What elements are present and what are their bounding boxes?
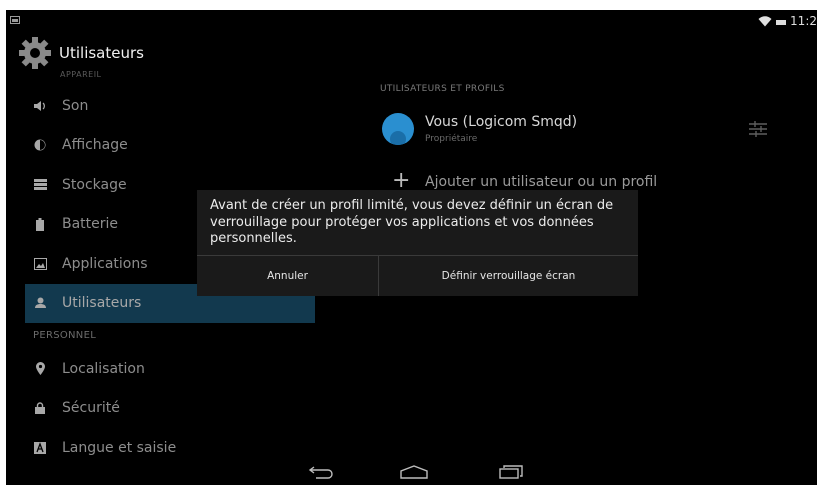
page-title: Utilisateurs	[59, 44, 144, 62]
personal-section-header: PERSONNEL	[33, 330, 97, 341]
sidebar-item-localisation[interactable]: Localisation	[25, 349, 315, 389]
keyboard-a-icon	[33, 441, 47, 455]
sidebar-item-label: Stockage	[62, 176, 127, 193]
sidebar-item-label: Applications	[62, 255, 148, 272]
recents-icon	[499, 465, 523, 479]
settings-sidebar-personal: Localisation Sécurité Langue et saisie	[25, 349, 315, 468]
storage-icon	[33, 178, 47, 192]
speaker-icon	[33, 99, 47, 113]
cancel-button[interactable]: Annuler	[197, 256, 378, 296]
lock-screen-dialog: Avant de créer un profil limité, vous de…	[197, 190, 638, 296]
owner-user-name[interactable]: Vous (Logicom Smqd)	[425, 114, 577, 130]
owner-user-role: Propriétaire	[425, 134, 478, 144]
sidebar-item-label: Affichage	[62, 137, 128, 154]
recents-button[interactable]	[493, 462, 529, 482]
device-section-header: APPAREIL	[60, 70, 102, 79]
dialog-message: Avant de créer un profil limité, vous de…	[210, 198, 614, 246]
applications-icon	[33, 257, 47, 271]
sidebar-item-securite[interactable]: Sécurité	[25, 389, 315, 429]
settings-gear-icon[interactable]	[18, 36, 52, 70]
android-screen: 11:2 Utilisateurs APPAREIL Son Affichage…	[6, 10, 817, 485]
location-pin-icon	[33, 362, 47, 376]
section-title: UTILISATEURS ET PROFILS	[380, 84, 505, 94]
lock-icon	[33, 401, 47, 415]
battery-icon	[33, 217, 47, 231]
sidebar-item-son[interactable]: Son	[25, 86, 315, 126]
sidebar-item-label: Batterie	[62, 216, 119, 233]
display-brightness-icon	[33, 138, 47, 152]
set-lock-screen-button[interactable]: Définir verrouillage écran	[379, 256, 638, 296]
user-icon	[33, 296, 47, 310]
home-button[interactable]	[396, 462, 432, 482]
avatar[interactable]	[382, 113, 414, 145]
plus-icon: +	[392, 168, 411, 193]
home-icon	[400, 465, 428, 479]
navigation-bar	[6, 458, 817, 485]
sidebar-item-label: Langue et saisie	[62, 439, 177, 456]
user-settings-icon[interactable]	[748, 118, 768, 140]
sidebar-item-affichage[interactable]: Affichage	[25, 126, 315, 166]
add-user-button[interactable]: Ajouter un utilisateur ou un profil	[425, 174, 657, 190]
back-icon	[308, 466, 333, 479]
sidebar-item-label: Localisation	[62, 360, 145, 377]
back-button[interactable]	[303, 462, 339, 482]
image-notification-icon	[10, 16, 20, 24]
sidebar-item-label: Utilisateurs	[62, 295, 142, 312]
sidebar-item-label: Son	[62, 97, 89, 114]
sidebar-item-label: Sécurité	[62, 400, 120, 417]
